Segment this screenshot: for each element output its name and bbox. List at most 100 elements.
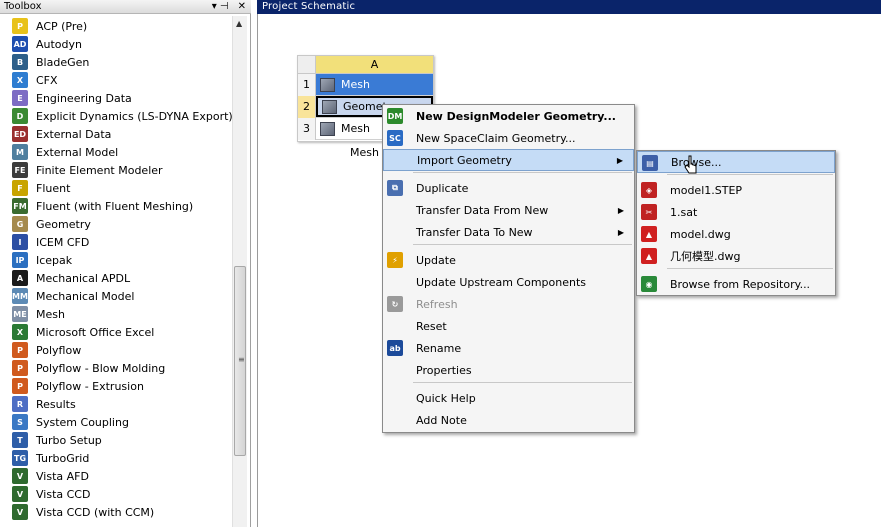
context-menu-item[interactable]: Update Upstream Components (383, 271, 634, 293)
geometry-icon (322, 99, 337, 114)
close-icon[interactable]: ✕ (238, 0, 246, 14)
toolbox-item-label: Geometry (36, 217, 91, 231)
submenu-item[interactable]: ▲ model.dwg (637, 223, 835, 245)
toolbox-item[interactable]: B BladeGen (0, 53, 232, 71)
system-header: A (298, 56, 433, 74)
menu-separator (413, 172, 632, 173)
pin-icon[interactable]: ▾ ⊣ (212, 0, 229, 14)
context-menu-item[interactable]: Properties (383, 359, 634, 381)
toolbox-item-label: Mesh (36, 307, 65, 321)
context-menu-item[interactable]: ab Rename (383, 337, 634, 359)
polyflow-icon: P (12, 342, 28, 358)
toolbox-item[interactable]: P ACP (Pre) (0, 17, 232, 35)
mechanical-model-icon: MM (12, 288, 28, 304)
context-menu-item[interactable]: Add Note (383, 409, 634, 431)
context-menu-label: New DesignModeler Geometry... (416, 109, 616, 123)
context-menu-item[interactable]: ⚡ Update (383, 249, 634, 271)
system-caption[interactable]: Mesh (350, 146, 379, 159)
context-menu-item[interactable]: ⧉ Duplicate (383, 177, 634, 199)
engineering-data-icon: E (12, 90, 28, 106)
toolbox-item[interactable]: MM Mechanical Model (0, 287, 232, 305)
toolbox-item[interactable]: X CFX (0, 71, 232, 89)
scrollbar-thumb[interactable]: ≡ (234, 266, 246, 456)
toolbox-item[interactable]: V Vista CCD (with CCM) (0, 503, 232, 521)
system-row[interactable]: 1 Mesh (298, 73, 433, 96)
submenu-item[interactable]: ▤ Browse... (637, 151, 835, 173)
context-menu-item[interactable]: DM New DesignModeler Geometry... (383, 105, 634, 127)
menu-separator (413, 382, 632, 383)
context-menu-item[interactable]: Transfer Data From New ▶ (383, 199, 634, 221)
cfx-icon: X (12, 72, 28, 88)
toolbox-item[interactable]: P Polyflow (0, 341, 232, 359)
submenu-label: 几何模型.dwg (670, 250, 741, 263)
toolbox-item[interactable]: G Geometry (0, 215, 232, 233)
toolbox-item-label: Autodyn (36, 37, 83, 51)
toolbox-item[interactable]: P Polyflow - Blow Molding (0, 359, 232, 377)
submenu-item[interactable]: ◈ model1.STEP (637, 179, 835, 201)
toolbox-item[interactable]: X Microsoft Office Excel (0, 323, 232, 341)
icem-cfd-icon: I (12, 234, 28, 250)
context-menu-item[interactable]: Import Geometry ▶ (383, 149, 634, 171)
context-menu-label: Update (416, 253, 456, 267)
toolbox-item-label: Turbo Setup (36, 433, 102, 447)
toolbox-item-label: Results (36, 397, 76, 411)
toolbox-item[interactable]: F Fluent (0, 179, 232, 197)
toolbox-item[interactable]: A Mechanical APDL (0, 269, 232, 287)
external-data-icon: ED (12, 126, 28, 142)
toolbox-title: Toolbox (4, 1, 42, 12)
toolbox-item[interactable]: R Results (0, 395, 232, 413)
toolbox-item[interactable]: AD Autodyn (0, 35, 232, 53)
scroll-up-icon[interactable]: ▲ (236, 19, 242, 28)
toolbox-item[interactable]: FM Fluent (with Fluent Meshing) (0, 197, 232, 215)
rename-icon: ab (387, 340, 403, 356)
toolbox-item[interactable]: ED External Data (0, 125, 232, 143)
toolbox-item[interactable]: M External Model (0, 143, 232, 161)
toolbox-item[interactable]: T Turbo Setup (0, 431, 232, 449)
toolbox-item[interactable]: V Vista AFD (0, 467, 232, 485)
dwg-file-icon: ▲ (641, 248, 657, 264)
context-menu-item[interactable]: Reset (383, 315, 634, 337)
toolbox-item-label: Engineering Data (36, 91, 132, 105)
submenu-item[interactable]: ✂ 1.sat (637, 201, 835, 223)
context-menu-label: Update Upstream Components (416, 275, 587, 289)
cell-mesh-title[interactable]: Mesh (316, 74, 433, 95)
context-menu-item[interactable]: Quick Help (383, 387, 634, 409)
grip-icon: ≡ (238, 355, 245, 364)
submenu-label: model1.STEP (670, 183, 743, 197)
toolbox-item-label: Mechanical Model (36, 289, 135, 303)
browse-icon: ▤ (642, 155, 658, 171)
toolbox-item[interactable]: P Polyflow - Extrusion (0, 377, 232, 395)
context-menu-item[interactable]: SC New SpaceClaim Geometry... (383, 127, 634, 149)
duplicate-icon: ⧉ (387, 180, 403, 196)
toolbox-item[interactable]: I ICEM CFD (0, 233, 232, 251)
system-column-label: A (316, 56, 433, 73)
context-menu-item: ↻ Refresh (383, 293, 634, 315)
turbo-setup-icon: T (12, 432, 28, 448)
toolbox-item-label: Polyflow - Blow Molding (36, 361, 166, 375)
toolbox-item-label: TurboGrid (36, 451, 90, 465)
toolbox-item[interactable]: E Engineering Data (0, 89, 232, 107)
geometry-icon: G (12, 216, 28, 232)
toolbox-item[interactable]: D Explicit Dynamics (LS-DYNA Export) (0, 107, 233, 125)
row-number: 2 (298, 95, 316, 118)
toolbox-item-label: System Coupling (36, 415, 129, 429)
system-coupling-icon: S (12, 414, 28, 430)
toolbox-item[interactable]: S System Coupling (0, 413, 232, 431)
submenu-item[interactable]: ◉ Browse from Repository... (637, 273, 835, 295)
toolbox-scrollbar[interactable]: ▲ ≡ (232, 16, 247, 527)
context-menu-item[interactable]: Transfer Data To New ▶ (383, 221, 634, 243)
project-schematic-title-bar: Project Schematic (257, 0, 881, 14)
toolbox-item-label: Icepak (36, 253, 73, 267)
toolbox-item[interactable]: IP Icepak (0, 251, 232, 269)
submenu-item[interactable]: ▲ 几何模型.dwg (637, 245, 835, 267)
toolbox-item-label: Microsoft Office Excel (36, 325, 155, 339)
toolbox-item[interactable]: FE Finite Element Modeler (0, 161, 232, 179)
toolbox-item[interactable]: TG TurboGrid (0, 449, 232, 467)
submenu-arrow-icon: ▶ (617, 227, 624, 237)
mesh-icon (320, 77, 335, 92)
toolbox-item[interactable]: V Vista CCD (0, 485, 232, 503)
toolbox-list: P ACP (Pre) AD Autodyn B BladeGen X CFX E Enginee… (0, 17, 233, 521)
toolbox-item-label: Explicit Dynamics (LS-DYNA Export) (36, 109, 233, 123)
toolbox-item[interactable]: ME Mesh (0, 305, 232, 323)
step-file-icon: ◈ (641, 182, 657, 198)
